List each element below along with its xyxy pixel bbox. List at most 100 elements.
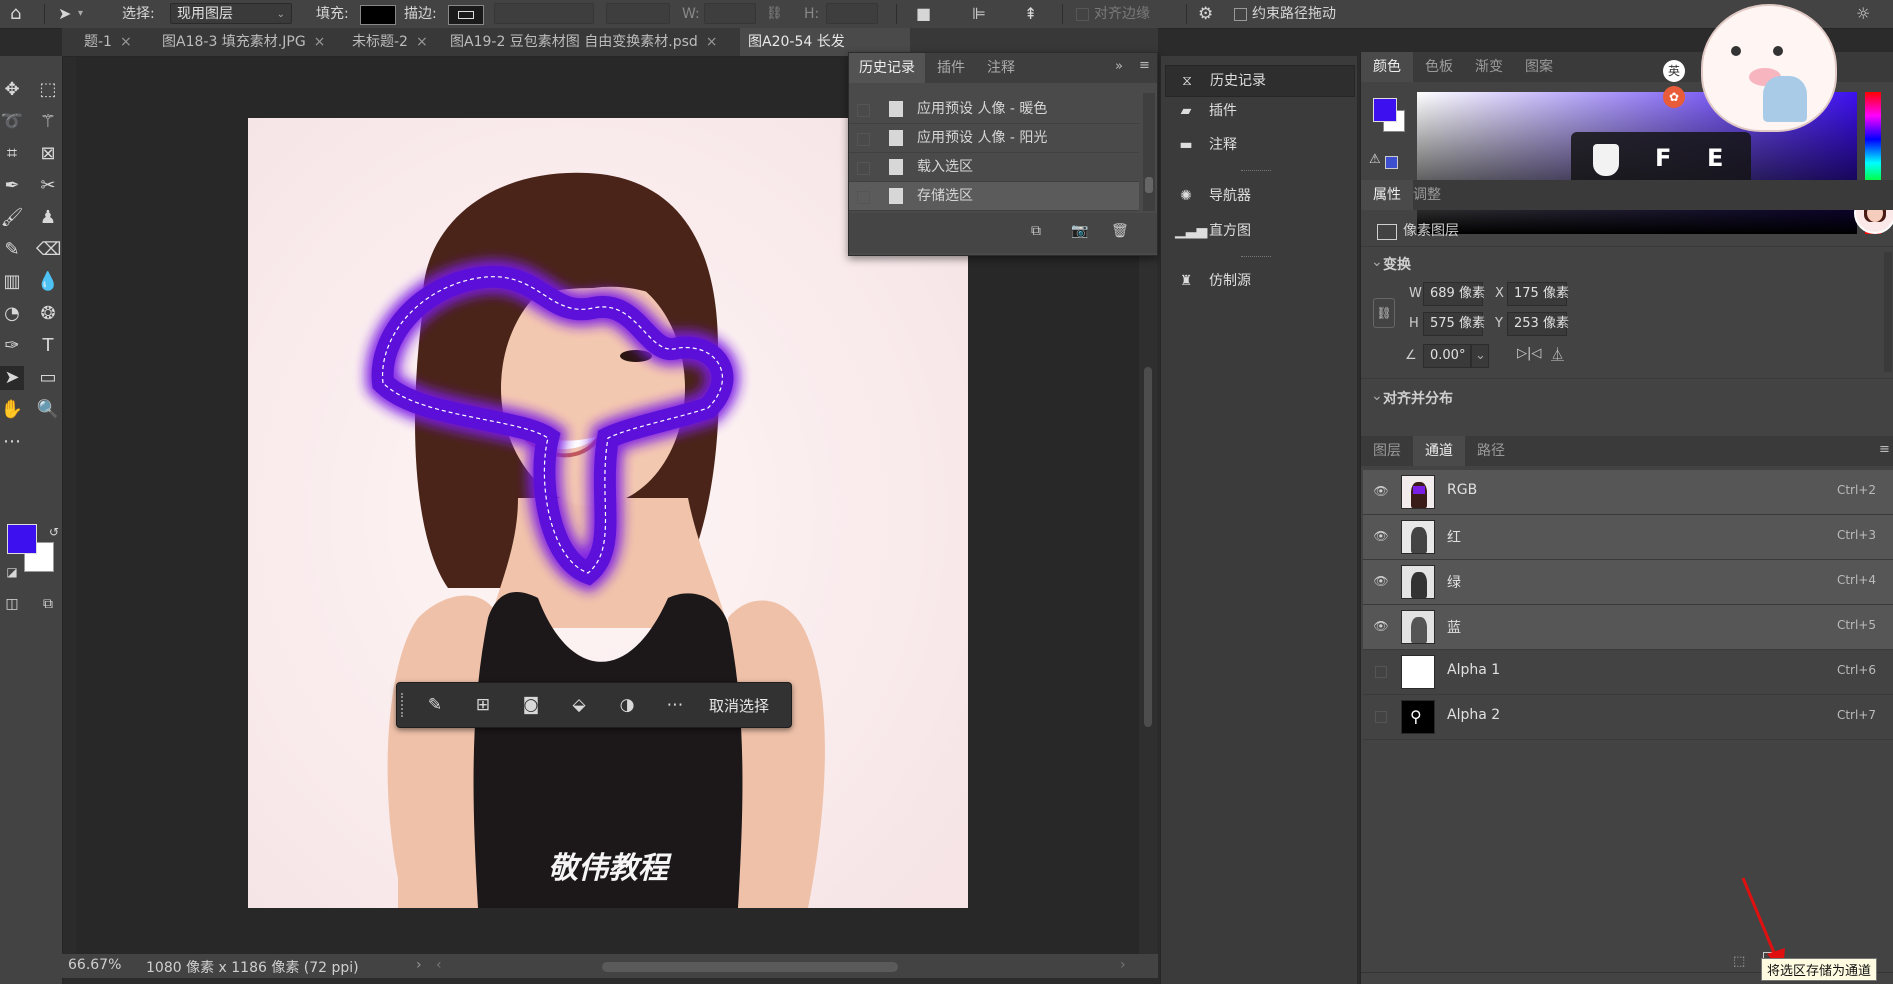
blur-tool-icon[interactable]: 💧 <box>36 270 60 294</box>
path-selection-tool-icon[interactable]: ➤ <box>0 366 24 390</box>
tab-plugins[interactable]: 插件 <box>927 53 975 83</box>
chevron-right-icon[interactable]: › <box>416 957 422 973</box>
eye-icon[interactable]: 👁 <box>1373 529 1389 543</box>
tab-channels[interactable]: 通道 <box>1413 436 1465 466</box>
rectangle-tool-icon[interactable]: ▭ <box>36 366 60 390</box>
gamut-swatch[interactable] <box>1385 156 1398 169</box>
width-field[interactable] <box>704 3 756 24</box>
link-icon[interactable]: ⛓ <box>766 0 783 28</box>
channel-row-red[interactable]: 👁 红 Ctrl+3 <box>1363 515 1893 560</box>
eye-icon[interactable]: 👁 <box>1373 619 1389 633</box>
collapse-panel-icon[interactable]: » <box>1115 59 1123 74</box>
close-icon[interactable]: × <box>416 34 428 50</box>
ime-skin-icon[interactable]: ✿ <box>1663 86 1685 108</box>
stroke-width-field[interactable] <box>494 3 594 24</box>
tool-preset-dropdown-icon[interactable]: ▾ <box>78 0 83 28</box>
history-row[interactable]: 应用预设 人像 - 阳光 <box>849 124 1139 153</box>
tab-paths[interactable]: 路径 <box>1465 436 1517 466</box>
channel-row-green[interactable]: 👁 绿 Ctrl+4 <box>1363 560 1893 605</box>
flip-vertical-icon[interactable]: ⏅ <box>1551 344 1564 363</box>
close-icon[interactable]: × <box>314 34 326 50</box>
channel-row-blue[interactable]: 👁 蓝 Ctrl+5 <box>1363 605 1893 650</box>
dock-grip[interactable] <box>1241 256 1271 259</box>
screen-mode-icon[interactable]: ⧉ <box>36 592 60 616</box>
tab-color[interactable]: 颜色 <box>1361 52 1413 82</box>
history-row-selected[interactable]: 存储选区 <box>849 182 1139 211</box>
scroll-thumb[interactable] <box>1144 367 1152 727</box>
chevron-right-icon[interactable]: › <box>1120 957 1126 973</box>
height-field[interactable]: 575 像素 <box>1423 312 1485 336</box>
align-edges-checkbox[interactable] <box>1076 8 1089 21</box>
fill-bucket-icon[interactable]: ⬙ <box>567 693 591 717</box>
zoom-tool-icon[interactable]: 🔍 <box>36 398 60 422</box>
dock-item-navigator[interactable]: ✺ 导航器 <box>1165 181 1353 211</box>
close-icon[interactable]: × <box>120 34 132 50</box>
chevron-down-icon[interactable]: ⌄ <box>1371 254 1383 270</box>
frame-tool-icon[interactable]: ⊠ <box>36 142 60 166</box>
out-of-gamut-warning-icon[interactable]: ⚠ <box>1369 152 1381 167</box>
doc-tab-1[interactable]: 题-1 × <box>76 28 140 56</box>
eraser-tool-icon[interactable]: ⌫ <box>36 238 61 262</box>
ime-language-badge[interactable]: 英 <box>1663 60 1685 82</box>
adjustment-layer-icon[interactable]: ◑ <box>615 693 639 717</box>
sponge-tool-icon[interactable]: ❂ <box>36 302 60 326</box>
channel-row-alpha-2[interactable]: ⚲ Alpha 2 Ctrl+7 <box>1363 695 1893 740</box>
gear-icon[interactable]: ⚙ <box>1198 0 1213 28</box>
zoom-level[interactable]: 66.67% <box>68 957 121 973</box>
link-icon[interactable]: ⛓ <box>1373 298 1395 328</box>
tab-comments[interactable]: 注释 <box>977 53 1025 83</box>
panel-menu-icon[interactable]: ≡ <box>1139 58 1150 73</box>
deselect-button[interactable]: 取消选择 <box>709 695 769 716</box>
swap-colors-icon[interactable]: ↺ <box>42 520 66 544</box>
select-layer-dropdown[interactable]: 现用图层 ⌄ <box>170 3 292 24</box>
transform-section-title[interactable]: 变换 <box>1383 254 1411 274</box>
mask-icon[interactable]: ◙ <box>519 693 543 717</box>
snapshot-checkbox[interactable] <box>857 162 870 175</box>
constrain-path-checkbox[interactable] <box>1234 8 1247 21</box>
dock-item-histogram[interactable]: ▁▃▅ 直方图 <box>1165 216 1353 246</box>
drag-handle[interactable] <box>401 693 407 717</box>
path-arrangement-icon[interactable]: ⇞ <box>1024 0 1037 28</box>
properties-scrollbar[interactable] <box>1884 252 1892 372</box>
dodge-tool-icon[interactable]: ◔ <box>0 302 24 326</box>
remove-tool-icon[interactable]: ✂ <box>36 174 60 198</box>
foreground-color-swatch[interactable] <box>7 524 37 554</box>
hand-tool-icon[interactable]: ✋ <box>0 398 24 422</box>
dock-item-clone-source[interactable]: ♜ 仿制源 <box>1165 266 1353 296</box>
tab-patterns[interactable]: 图案 <box>1513 52 1565 82</box>
brush-selection-icon[interactable]: ✎ <box>423 693 447 717</box>
visibility-toggle[interactable] <box>1375 666 1387 678</box>
visibility-toggle[interactable] <box>1375 711 1387 723</box>
quick-mask-icon[interactable]: ◫ <box>0 592 24 616</box>
x-field[interactable]: 175 像素 <box>1507 282 1569 306</box>
dock-item-comments[interactable]: ▬ 注释 <box>1165 130 1353 160</box>
history-row[interactable]: 应用预设 人像 - 暖色 <box>849 95 1139 124</box>
stroke-swatch[interactable] <box>448 5 484 25</box>
doc-tab-4[interactable]: 图A19-2 豆包素材图 自由变换素材.psd × <box>442 28 726 56</box>
path-selection-tool-icon[interactable]: ➤ <box>58 0 71 28</box>
history-scrollbar[interactable] <box>1143 93 1155 211</box>
close-icon[interactable]: × <box>706 34 718 50</box>
marquee-tool-icon[interactable]: ⬚ <box>36 78 60 102</box>
move-tool-icon[interactable]: ✥ <box>0 78 24 102</box>
clone-stamp-tool-icon[interactable]: ♟ <box>36 206 60 230</box>
magic-wand-tool-icon[interactable]: ⚚ <box>36 110 60 134</box>
crop-tool-icon[interactable]: ⌗ <box>0 142 24 166</box>
chevron-down-icon[interactable]: ⌄ <box>1371 388 1383 404</box>
trash-icon[interactable]: 🗑 <box>1111 223 1129 239</box>
angle-dropdown[interactable]: ⌄ <box>1471 344 1489 368</box>
panel-menu-icon[interactable]: ≡ <box>1879 442 1890 457</box>
dock-item-plugins[interactable]: ▰ 插件 <box>1165 96 1353 126</box>
doc-tab-2[interactable]: 图A18-3 填充素材.JPG × <box>154 28 333 56</box>
dock-item-history[interactable]: ⧖ 历史记录 <box>1165 65 1355 97</box>
history-brush-tool-icon[interactable]: ✎ <box>0 238 24 262</box>
gradient-tool-icon[interactable]: ▥ <box>0 270 24 294</box>
y-field[interactable]: 253 像素 <box>1507 312 1569 336</box>
eye-icon[interactable]: 👁 <box>1373 484 1389 498</box>
eye-icon[interactable]: 👁 <box>1373 574 1389 588</box>
chevron-left-icon[interactable]: ‹ <box>436 957 442 973</box>
horizontal-scroll-thumb[interactable] <box>602 962 898 972</box>
home-icon[interactable]: ⌂ <box>10 0 21 28</box>
width-field[interactable]: 689 像素 <box>1423 282 1485 306</box>
snapshot-checkbox[interactable] <box>857 191 870 204</box>
